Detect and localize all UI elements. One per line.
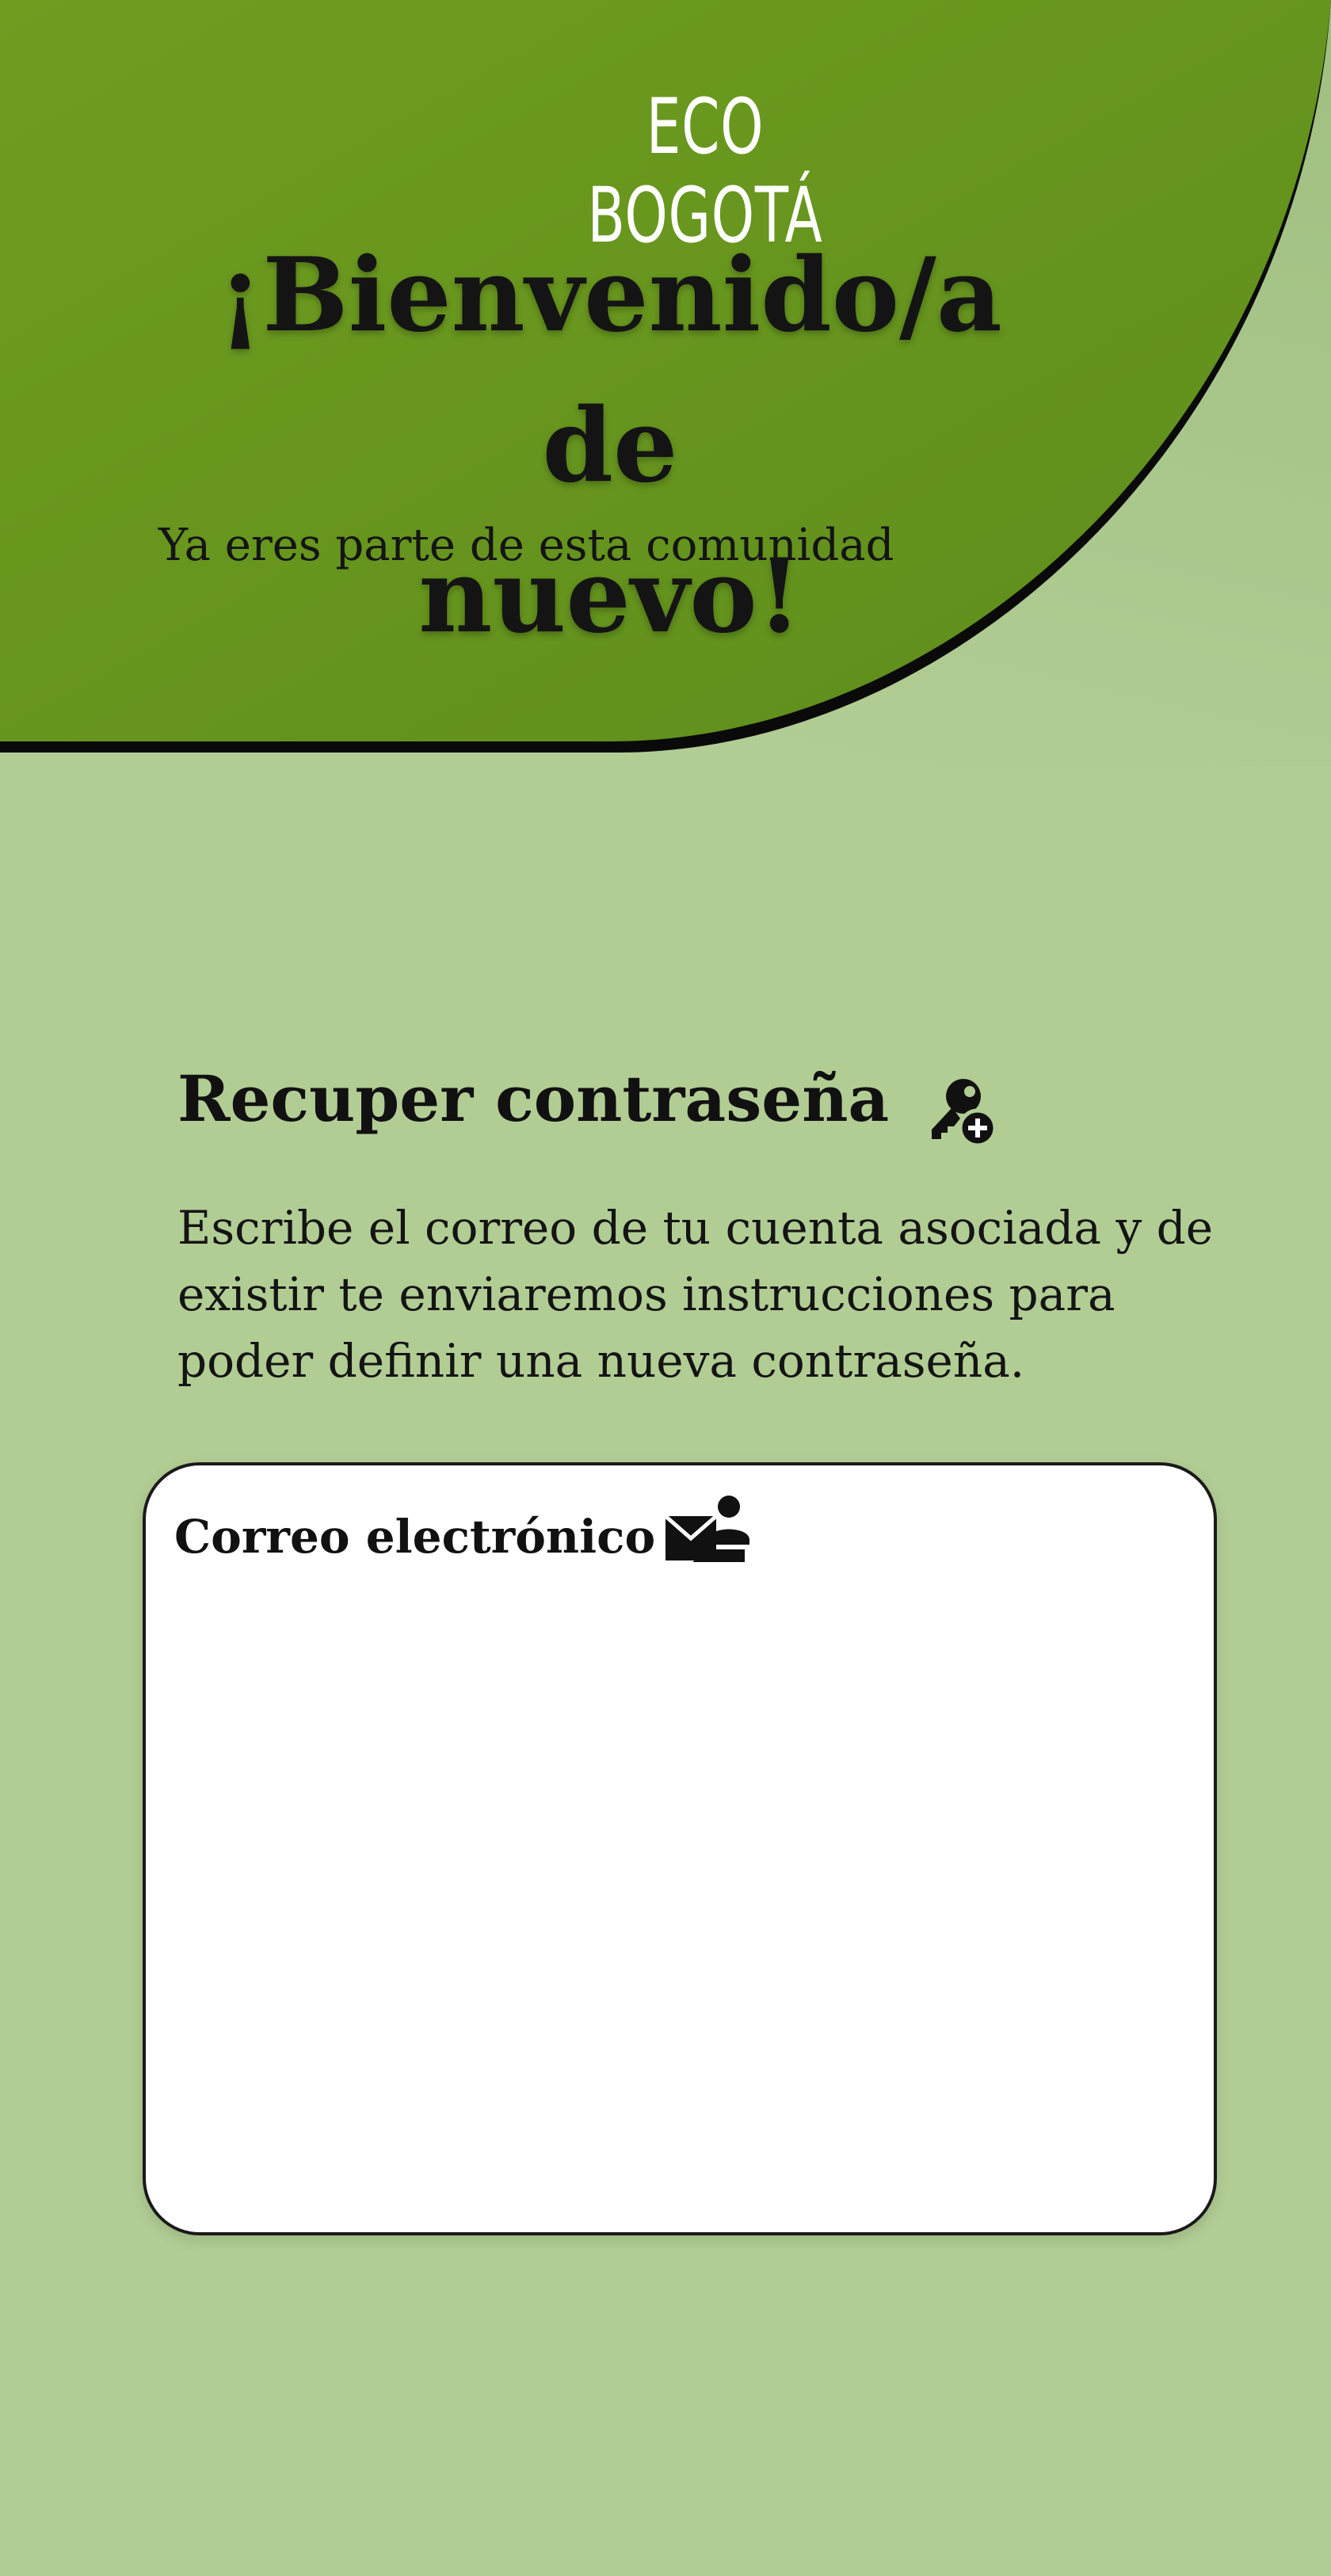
welcome-subtitle: Ya eres parte de esta comunidad xyxy=(158,520,894,571)
mail-user-icon xyxy=(664,1496,749,1562)
welcome-heading: ¡Bienvenido/a de nuevo! xyxy=(135,220,1085,672)
email-input[interactable] xyxy=(174,1592,1184,2197)
recovery-instructions: Escribe el correo de tu cuenta asociada … xyxy=(177,1201,1214,1388)
key-add-icon xyxy=(932,1079,997,1148)
recovery-title: Recuper contraseña xyxy=(177,1061,890,1136)
header-hero: ECO BOGOTÁ ¡Bienvenido/a de nuevo! Ya er… xyxy=(0,0,1331,767)
email-field-label: Correo electrónico xyxy=(174,1510,656,1564)
welcome-heading-line1: ¡Bienvenido/a de xyxy=(218,236,1002,505)
